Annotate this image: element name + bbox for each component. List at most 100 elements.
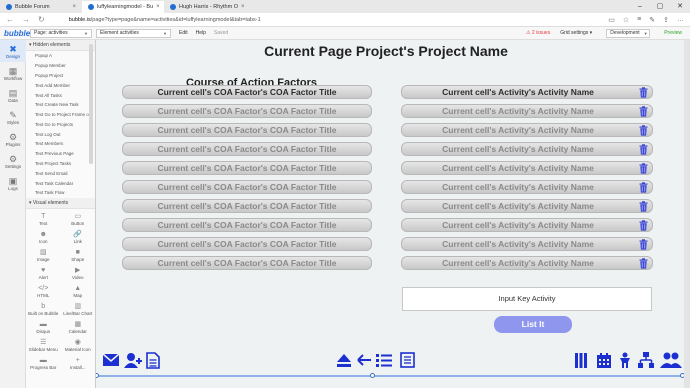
hidden-element-item[interactable]: Popup Member [26,61,95,71]
nav-design[interactable]: ✖ Design [0,40,26,62]
share-icon[interactable]: ⇪ [663,16,669,24]
hidden-element-item[interactable]: Text Send Email [26,168,95,178]
visual-element-material-icon[interactable]: ◉ Material Icon [61,337,96,354]
person-icon[interactable] [618,352,632,368]
activity-row[interactable]: Current cell's Activity's Activity Name [401,161,653,175]
visual-element-map[interactable]: ▲ Map [61,283,96,300]
users-icon[interactable] [660,352,682,368]
coa-factor-row[interactable]: Current cell's COA Factor's COA Factor T… [122,180,372,194]
hidden-element-item[interactable]: Text Members [26,139,95,149]
hidden-element-item[interactable]: Popup Project [26,71,95,81]
list-icon[interactable] [376,352,392,368]
nav-settings[interactable]: ⚙ Settings [0,150,26,172]
visual-element-slidebar-menu[interactable]: ☰ Slidebar Menu [26,337,61,354]
hidden-element-item[interactable]: Text All Tasks [26,90,95,100]
hidden-element-item[interactable]: Text Go to Projects [26,119,95,129]
activity-row[interactable]: Current cell's Activity's Activity Name [401,199,653,213]
trash-icon[interactable] [639,163,648,174]
key-activity-input[interactable]: Input Key Activity [402,287,652,311]
nav-logs[interactable]: ▣ Logs [0,172,26,194]
minimize-icon[interactable]: – [630,0,650,13]
visual-element-alert[interactable]: ♥ Alert [26,265,61,282]
activity-row[interactable]: Current cell's Activity's Activity Name [401,85,653,99]
hidden-element-item[interactable]: Text Add Member [26,80,95,90]
nav-workflow[interactable]: ▦ Workflow [0,62,26,84]
activity-row[interactable]: Current cell's Activity's Activity Name [401,123,653,137]
issues-indicator[interactable]: ⚠ 2 issues [526,30,550,36]
grid-settings[interactable]: Grid settings ▾ [560,30,592,36]
browser-tab-1[interactable]: luffylearningmodel - Bu × [82,1,164,13]
hidden-element-item[interactable]: Text Task Calendar [26,178,95,188]
email-icon[interactable] [102,352,120,368]
hub-icon[interactable]: ≡ [637,16,641,24]
list-it-button[interactable]: List It [494,316,572,333]
visual-element-html[interactable]: </> HTML [26,283,61,300]
network-icon[interactable] [638,352,654,368]
nav-styles[interactable]: ✎ Styles [0,106,26,128]
menu-edit[interactable]: Edit [179,30,188,36]
visual-elements-header[interactable]: ▾ Visual elements [26,197,95,209]
coa-factor-row[interactable]: Current cell's COA Factor's COA Factor T… [122,237,372,251]
reading-view-icon[interactable]: ▭ [608,16,615,24]
visual-element-icon[interactable]: ☻ Icon [26,229,61,246]
refresh-icon[interactable]: ↻ [38,15,45,24]
favorite-icon[interactable]: ☆ [623,16,629,24]
visual-element-shape[interactable]: ■ Shape [61,247,96,264]
hidden-element-item[interactable]: Text Log Out [26,129,95,139]
coa-factor-row[interactable]: Current cell's COA Factor's COA Factor T… [122,161,372,175]
coa-factor-row[interactable]: Current cell's COA Factor's COA Factor T… [122,218,372,232]
activity-row[interactable]: Current cell's Activity's Activity Name [401,180,653,194]
visual-element-text[interactable]: T Text [26,211,61,228]
hidden-element-item[interactable]: Popup A [26,51,95,61]
activity-row[interactable]: Current cell's Activity's Activity Name [401,218,653,232]
canvas-scrollbar[interactable] [684,40,690,388]
close-icon[interactable]: × [156,4,160,10]
trash-icon[interactable] [639,87,648,98]
activity-row[interactable]: Current cell's Activity's Activity Name [401,237,653,251]
coa-factor-row[interactable]: Current cell's COA Factor's COA Factor T… [122,256,372,270]
activity-row[interactable]: Current cell's Activity's Activity Name [401,142,653,156]
close-icon[interactable]: × [241,4,245,10]
calendar-icon[interactable] [596,352,612,368]
trash-icon[interactable] [639,239,648,250]
coa-factor-row[interactable]: Current cell's COA Factor's COA Factor T… [122,123,372,137]
url-field[interactable]: bubble.is/page?type=page&name=activities… [69,17,261,23]
visual-element-install-[interactable]: + Install... [61,355,96,372]
visual-element-button[interactable]: ▭ Button [61,211,96,228]
activity-row[interactable]: Current cell's Activity's Activity Name [401,104,653,118]
preview-button[interactable]: Preview [664,30,682,36]
coa-factor-row[interactable]: Current cell's COA Factor's COA Factor T… [122,199,372,213]
trash-icon[interactable] [639,220,648,231]
nav-data[interactable]: ▤ Data [0,84,26,106]
menu-help[interactable]: Help [196,30,206,36]
visual-element-built-on-bubble[interactable]: b Built on Bubble [26,301,61,318]
page-title[interactable]: Current Page Project's Project Name [256,45,516,67]
element-selector[interactable]: Element activities ▼ [96,28,171,38]
more-icon[interactable]: … [677,16,684,24]
close-window-icon[interactable]: ✕ [670,0,690,13]
coa-factor-row[interactable]: Current cell's COA Factor's COA Factor T… [122,142,372,156]
version-selector[interactable]: Development ▼ [606,28,651,38]
visual-element-disqus[interactable]: ▬ Disqus [26,319,61,336]
books-icon[interactable] [574,352,588,368]
back-icon[interactable]: ← [6,15,14,24]
eject-icon[interactable] [336,352,352,368]
trash-icon[interactable] [639,106,648,117]
visual-element-video[interactable]: ▶ Video [61,265,96,282]
trash-icon[interactable] [639,125,648,136]
note-icon[interactable]: ✎ [649,16,655,24]
forward-icon[interactable]: → [22,15,30,24]
panel-scrollbar[interactable] [89,44,93,164]
visual-element-line-bar-chart[interactable]: ▥ Line/Bar Chart [61,301,96,318]
browser-tab-0[interactable]: Bubble Forum × [0,1,82,13]
coa-factor-row[interactable]: Current cell's COA Factor's COA Factor T… [122,85,372,99]
visual-element-calendar[interactable]: ▦ Calendar [61,319,96,336]
hidden-element-item[interactable]: Text Task Flow [26,188,95,198]
activity-row[interactable]: Current cell's Activity's Activity Name [401,256,653,270]
nav-plugins[interactable]: ⚙ Plugins [0,128,26,150]
browser-tab-2[interactable]: Hugh Harris - Rhythm O × [164,1,246,13]
trash-icon[interactable] [639,201,648,212]
visual-element-progress-bar[interactable]: ▬ Progress Bar [26,355,61,372]
hidden-element-item[interactable]: Text Project Tasks [26,159,95,169]
trash-icon[interactable] [639,144,648,155]
